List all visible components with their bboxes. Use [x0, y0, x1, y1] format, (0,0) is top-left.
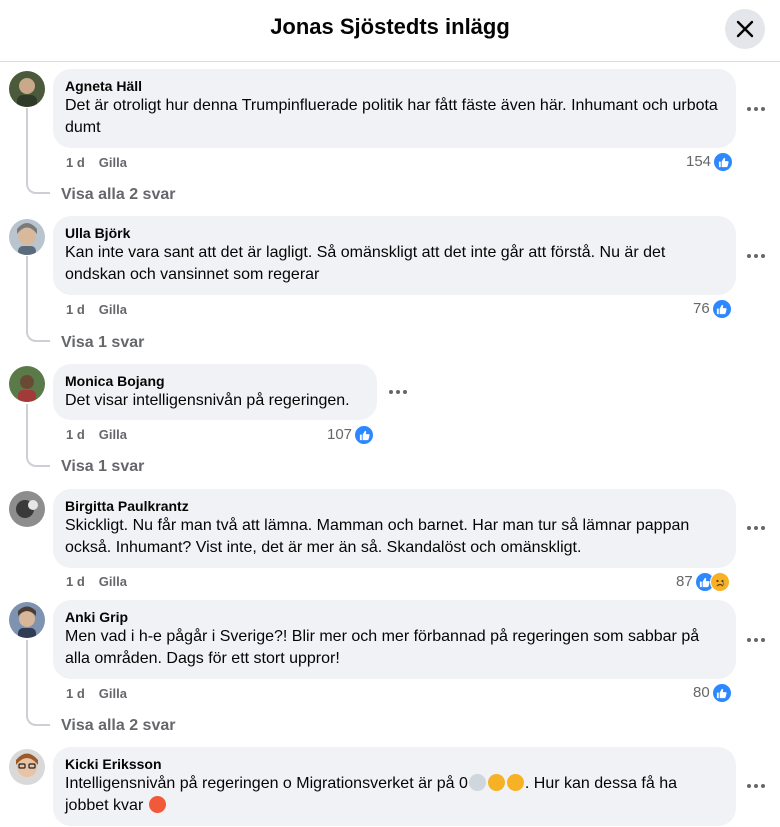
reaction-count: 107: [327, 426, 353, 443]
view-replies-link[interactable]: Visa 1 svar: [61, 457, 144, 477]
view-replies-link[interactable]: Visa 1 svar: [61, 333, 144, 353]
comment-bubble: Monica Bojang Det visar intelligensnivån…: [53, 364, 377, 420]
like-button[interactable]: Gilla: [99, 155, 127, 170]
comment-meta: 1 d Gilla: [66, 302, 127, 318]
comment-bubble: Birgitta Paulkrantz Skickligt. Nu får ma…: [53, 489, 736, 568]
like-reaction-icon: [713, 152, 734, 172]
thread-line: [26, 404, 50, 467]
dizzy-face-emoji-icon: [487, 774, 505, 791]
comment-bubble: Kicki Eriksson Intelligensnivån på reger…: [53, 747, 736, 826]
comment-author[interactable]: Ulla Björk: [65, 224, 724, 242]
like-button[interactable]: Gilla: [99, 574, 127, 589]
like-reaction-icon: [711, 299, 732, 319]
comment-author[interactable]: Birgitta Paulkrantz: [65, 497, 724, 515]
avatar[interactable]: [9, 219, 45, 255]
comment-author[interactable]: Agneta Häll: [65, 77, 724, 95]
dialog-header: Jonas Sjöstedts inlägg: [0, 0, 780, 62]
comment-text: Intelligensnivån på regeringen o Migrati…: [65, 773, 724, 817]
comment-text: Men vad i h-e pågår i Sverige?! Blir mer…: [65, 628, 700, 667]
thread-line: [26, 108, 50, 194]
more-options-button[interactable]: [740, 518, 772, 538]
avatar[interactable]: [9, 366, 45, 402]
more-options-button[interactable]: [740, 630, 772, 650]
comment-time[interactable]: 1 d: [66, 574, 85, 589]
comment-time[interactable]: 1 d: [66, 686, 85, 701]
close-icon: [736, 20, 754, 38]
dialog-title: Jonas Sjöstedts inlägg: [270, 14, 510, 39]
thread-line: [26, 256, 50, 342]
avatar[interactable]: [9, 491, 45, 527]
reaction-summary[interactable]: 80: [693, 683, 732, 703]
comment-meta: 1 d Gilla: [66, 155, 127, 171]
sleepy-face-emoji-icon: [506, 774, 524, 791]
like-reaction-icon: [354, 425, 375, 445]
avatar[interactable]: [9, 602, 45, 638]
view-replies-link[interactable]: Visa alla 2 svar: [61, 185, 175, 205]
comment-meta: 1 d Gilla: [66, 574, 127, 590]
close-button[interactable]: [725, 9, 765, 49]
reaction-summary[interactable]: 87: [676, 572, 730, 592]
reaction-count: 154: [686, 153, 712, 170]
astonished-face-emoji-icon: [148, 796, 166, 813]
comment-time[interactable]: 1 d: [66, 155, 85, 170]
more-options-button[interactable]: [740, 246, 772, 266]
comment-time[interactable]: 1 d: [66, 302, 85, 317]
comment-bubble: Agneta Häll Det är otroligt hur denna Tr…: [53, 69, 736, 148]
comment-bubble: Anki Grip Men vad i h-e pågår i Sverige?…: [53, 600, 736, 679]
more-options-button[interactable]: [740, 776, 772, 796]
reaction-summary[interactable]: 76: [693, 299, 732, 319]
comment-text: Det visar intelligensnivån på regeringen…: [65, 392, 350, 409]
comment-text: Kan inte vara sant att det är lagligt. S…: [65, 244, 666, 283]
avatar[interactable]: [9, 71, 45, 107]
reaction-count: 80: [693, 684, 710, 701]
comment-author[interactable]: Anki Grip: [65, 608, 724, 626]
more-options-button[interactable]: [740, 99, 772, 119]
avatar[interactable]: [9, 749, 45, 785]
like-reaction-icon: [711, 683, 732, 703]
like-button[interactable]: Gilla: [99, 686, 127, 701]
more-options-button[interactable]: [382, 382, 414, 402]
thread-line: [26, 640, 50, 726]
comment-meta: 1 d Gilla: [66, 686, 127, 702]
like-button[interactable]: Gilla: [99, 427, 127, 442]
view-replies-link[interactable]: Visa alla 2 svar: [61, 716, 175, 736]
reaction-summary[interactable]: 154: [686, 152, 734, 172]
comment-text-part: Intelligensnivån på regeringen o Migrati…: [65, 775, 468, 792]
comment-meta: 1 d Gilla: [66, 427, 127, 443]
like-button[interactable]: Gilla: [99, 302, 127, 317]
comment-text: Det är otroligt hur denna Trumpinfluerad…: [65, 97, 718, 136]
reaction-count: 87: [676, 573, 693, 590]
reaction-count: 76: [693, 300, 710, 317]
comment-author[interactable]: Monica Bojang: [65, 372, 365, 390]
sad-reaction-icon: [709, 572, 730, 592]
comment-bubble: Ulla Björk Kan inte vara sant att det är…: [53, 216, 736, 295]
comment-text: Skickligt. Nu får man två att lämna. Mam…: [65, 517, 690, 556]
comment-time[interactable]: 1 d: [66, 427, 85, 442]
face-with-mask-emoji-icon: [468, 774, 486, 791]
comment-author[interactable]: Kicki Eriksson: [65, 755, 724, 773]
reaction-summary[interactable]: 107: [327, 425, 375, 445]
